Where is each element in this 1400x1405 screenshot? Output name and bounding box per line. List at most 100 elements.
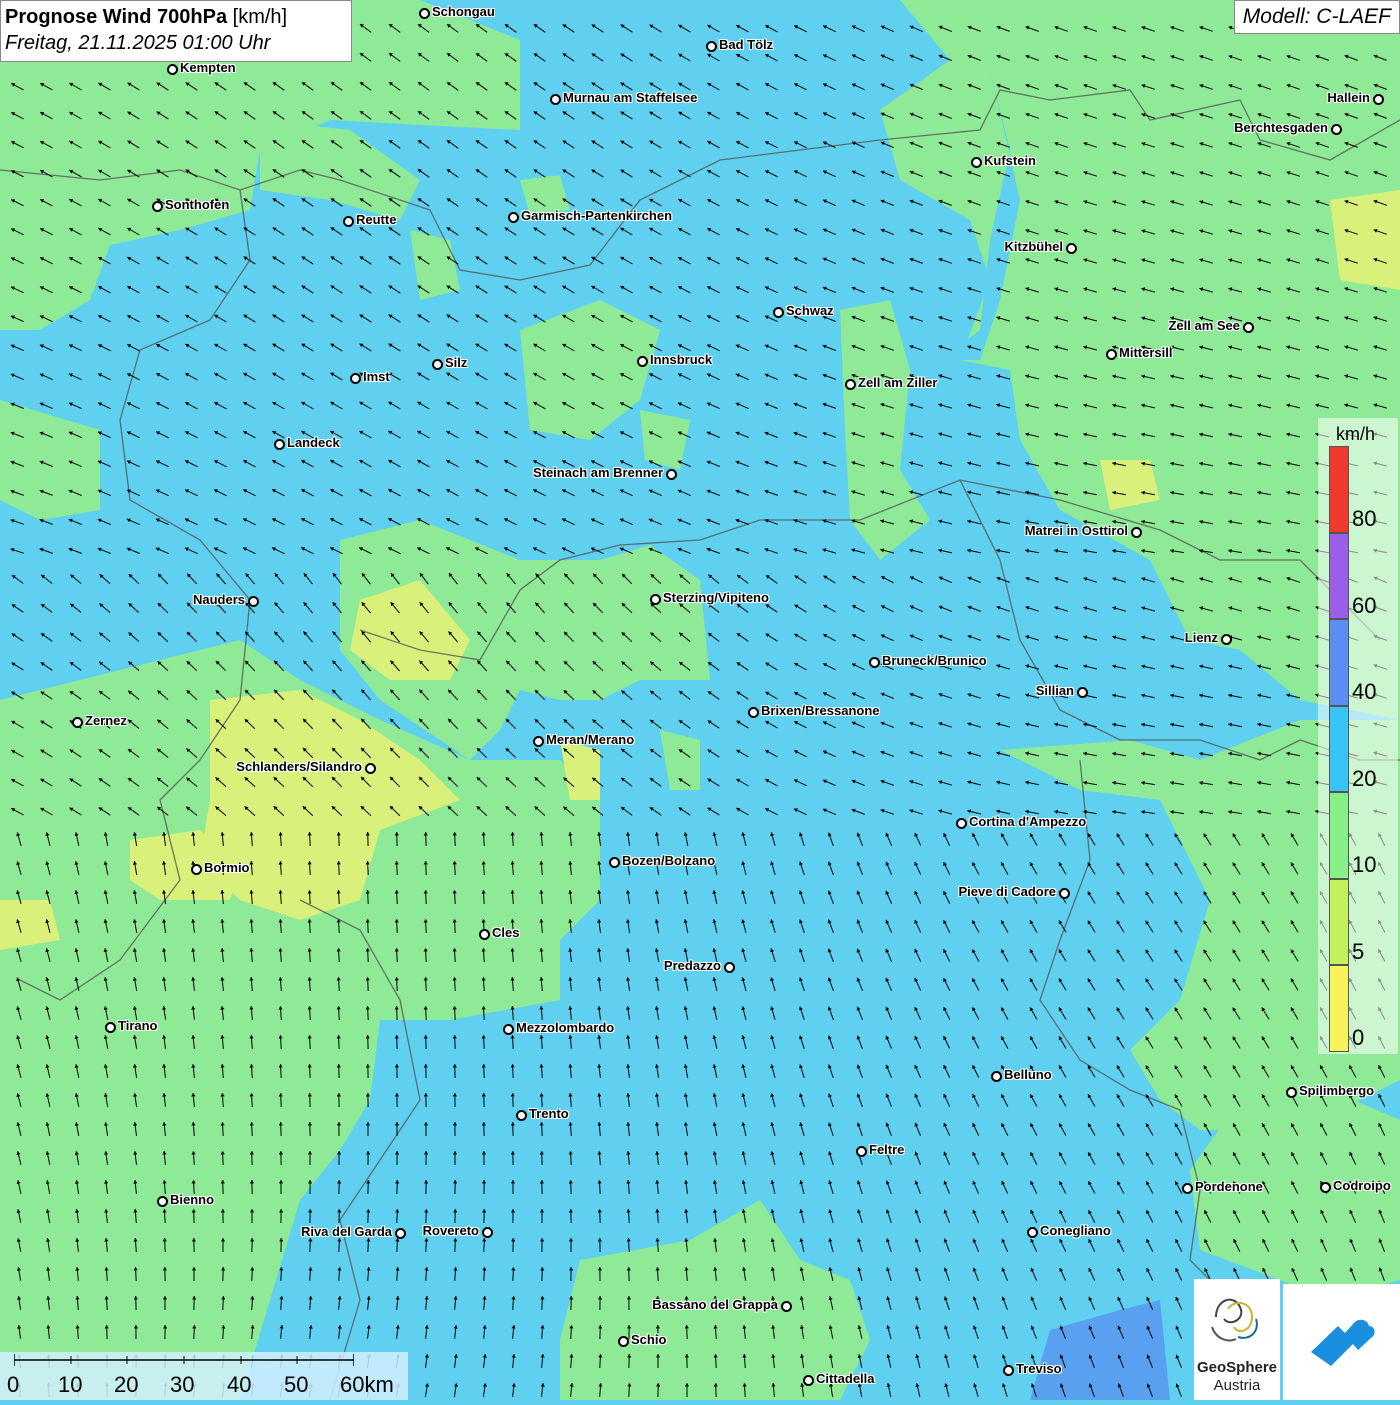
city-name: Hallein — [1327, 90, 1370, 105]
city-dot-icon — [432, 359, 443, 370]
city-dot-icon — [516, 1110, 527, 1121]
city-name: Cles — [492, 925, 519, 940]
city-dot-icon — [1320, 1182, 1331, 1193]
geosphere-logo[interactable]: GeoSphere Austria — [1194, 1279, 1280, 1400]
city-name: Sonthofen — [165, 197, 229, 212]
city-name: Kitzbühel — [1005, 239, 1064, 254]
city-dot-icon — [1331, 124, 1342, 135]
legend-color-step — [1329, 706, 1349, 793]
city-dot-icon — [869, 657, 880, 668]
city-name: Mezzolombardo — [516, 1020, 614, 1035]
city-dot-icon — [1077, 687, 1088, 698]
legend-unit: km/h — [1336, 424, 1375, 445]
city-dot-icon — [991, 1071, 1002, 1082]
city-name: Bassano del Grappa — [652, 1297, 778, 1312]
city-name: Matrei in Osttirol — [1025, 523, 1128, 538]
city-name: Sterzing/Vipiteno — [663, 590, 769, 605]
city-name: Bozen/Bolzano — [622, 853, 715, 868]
city-dot-icon — [666, 469, 677, 480]
city-name: Trento — [529, 1106, 569, 1121]
city-dot-icon — [533, 736, 544, 747]
city-name: Treviso — [1016, 1361, 1062, 1376]
city-name: Feltre — [869, 1142, 904, 1157]
city-name: Pieve di Cadore — [958, 884, 1056, 899]
legend-label: 20 — [1352, 766, 1376, 792]
city-dot-icon — [845, 379, 856, 390]
city-name: Predazzo — [664, 958, 721, 973]
legend-label: 40 — [1352, 679, 1376, 705]
city-dot-icon — [748, 707, 759, 718]
city-dot-icon — [248, 596, 259, 607]
city-dot-icon — [1286, 1087, 1297, 1098]
city-dot-icon — [609, 857, 620, 868]
legend-color-step — [1329, 965, 1349, 1052]
city-dot-icon — [1003, 1365, 1014, 1376]
city-dot-icon — [956, 818, 967, 829]
city-name: Landeck — [287, 435, 340, 450]
city-name: Rovereto — [423, 1223, 479, 1238]
city-dot-icon — [1131, 527, 1142, 538]
city-dot-icon — [152, 201, 163, 212]
city-dot-icon — [343, 216, 354, 227]
city-dot-icon — [1373, 94, 1384, 105]
city-name: Mittersill — [1119, 345, 1172, 360]
city-dot-icon — [395, 1228, 406, 1239]
legend-label: 5 — [1352, 939, 1364, 965]
city-dot-icon — [503, 1024, 514, 1035]
app-logo[interactable] — [1283, 1284, 1400, 1400]
legend-color-step — [1329, 792, 1349, 879]
forecast-datetime: Freitag, 21.11.2025 01:00 Uhr — [5, 30, 347, 56]
city-name: Reutte — [356, 212, 396, 227]
city-name: Cortina d'Ampezzo — [969, 814, 1086, 829]
city-name: Murnau am Staffelsee — [563, 90, 697, 105]
city-dot-icon — [1221, 634, 1232, 645]
legend-color-step — [1329, 619, 1349, 706]
city-name: Kufstein — [984, 153, 1036, 168]
city-name: Zernez — [85, 713, 127, 728]
city-name: Bruneck/Brunico — [882, 653, 987, 668]
city-name: Steinach am Brenner — [533, 465, 663, 480]
city-dot-icon — [706, 41, 717, 52]
city-dot-icon — [1059, 888, 1070, 899]
city-name: Schwaz — [786, 303, 834, 318]
city-dot-icon — [803, 1375, 814, 1386]
city-name: Pordenone — [1195, 1179, 1263, 1194]
geosphere-country: Austria — [1194, 1377, 1280, 1394]
cloud-arrow-icon — [1283, 1284, 1400, 1400]
city-dot-icon — [72, 717, 83, 728]
city-dot-icon — [1066, 243, 1077, 254]
city-name: Cittadella — [816, 1371, 875, 1386]
city-dot-icon — [1243, 322, 1254, 333]
city-dot-icon — [191, 864, 202, 875]
city-dot-icon — [167, 64, 178, 75]
city-dot-icon — [773, 307, 784, 318]
legend-color-step — [1329, 446, 1349, 533]
city-name: Schio — [631, 1332, 666, 1347]
city-dot-icon — [157, 1196, 168, 1207]
city-dot-icon — [550, 94, 561, 105]
city-name: Imst — [363, 369, 390, 384]
city-dot-icon — [1182, 1183, 1193, 1194]
scale-label: 10 — [58, 1372, 82, 1398]
city-dot-icon — [971, 157, 982, 168]
city-dot-icon — [508, 212, 519, 223]
scale-label: 50 — [284, 1372, 308, 1398]
city-name: Schongau — [432, 4, 495, 19]
model-label: Modell: C-LAEF — [1234, 0, 1400, 34]
geosphere-emblem-icon — [1194, 1279, 1280, 1359]
city-name: Garmisch-Partenkirchen — [521, 208, 672, 223]
legend-label: 60 — [1352, 593, 1376, 619]
city-dot-icon — [350, 373, 361, 384]
scale-label: 20 — [114, 1372, 138, 1398]
city-name: Zell am See — [1168, 318, 1240, 333]
city-dot-icon — [1106, 349, 1117, 360]
city-dot-icon — [650, 594, 661, 605]
scale-label: 30 — [170, 1372, 194, 1398]
city-dot-icon — [274, 439, 285, 450]
city-name: Belluno — [1004, 1067, 1052, 1082]
city-name: Zell am Ziller — [858, 375, 937, 390]
scale-ticks — [14, 1352, 354, 1368]
city-dot-icon — [419, 8, 430, 19]
city-name: Bienno — [170, 1192, 214, 1207]
scale-label: 0 — [7, 1372, 19, 1398]
